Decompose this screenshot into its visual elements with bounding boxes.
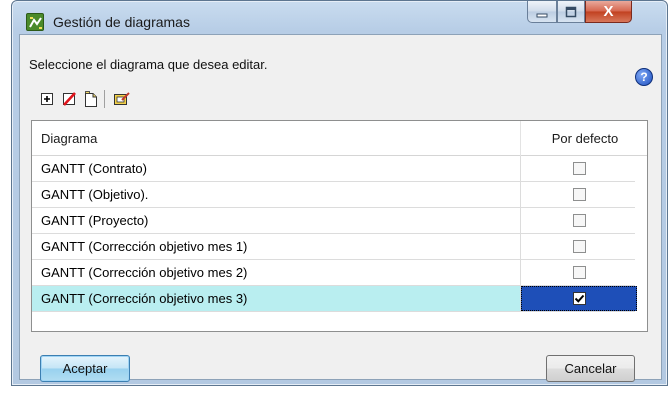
diagram-name-cell[interactable]: GANTT (Contrato) <box>32 156 521 181</box>
diagram-name-cell[interactable]: GANTT (Objetivo). <box>32 182 521 207</box>
window-title: Gestión de diagramas <box>53 14 190 30</box>
default-cell[interactable] <box>521 156 637 181</box>
accept-button[interactable]: Aceptar <box>40 355 130 382</box>
toolbar-separator <box>104 90 105 108</box>
table-header: Diagrama Por defecto <box>32 121 647 156</box>
copy-diagram-icon[interactable] <box>80 89 102 109</box>
maximize-icon <box>565 6 577 17</box>
diagram-name-cell[interactable]: GANTT (Corrección objetivo mes 3) <box>32 286 521 311</box>
diagram-name-cell[interactable]: GANTT (Corrección objetivo mes 1) <box>32 234 521 259</box>
table-row[interactable]: GANTT (Corrección objetivo mes 2) <box>32 260 635 286</box>
add-diagram-icon[interactable] <box>36 89 58 109</box>
instruction-text: Seleccione el diagrama que desea editar. <box>29 57 268 72</box>
table-row[interactable]: GANTT (Corrección objetivo mes 1) <box>32 234 635 260</box>
default-checkbox[interactable] <box>572 214 586 227</box>
column-header-default[interactable]: Por defecto <box>521 121 649 156</box>
minimize-icon <box>536 13 548 17</box>
diagram-name-cell[interactable]: GANTT (Proyecto) <box>32 208 521 233</box>
maximize-button[interactable] <box>557 1 585 23</box>
check-icon <box>574 294 584 303</box>
delete-diagram-icon[interactable] <box>58 89 80 109</box>
default-cell[interactable] <box>521 234 637 259</box>
dialog-content: Seleccione el diagrama que desea editar.… <box>19 34 662 382</box>
default-cell[interactable] <box>521 182 637 207</box>
close-button[interactable]: X <box>585 1 632 23</box>
dialog-window: Gestión de diagramas X Seleccione el dia… <box>11 0 668 386</box>
default-checkbox-checked[interactable] <box>572 292 586 305</box>
default-cell[interactable] <box>521 286 637 311</box>
toolbar <box>36 89 133 109</box>
edit-diagram-icon[interactable] <box>111 89 133 109</box>
table-row[interactable]: GANTT (Contrato) <box>32 156 635 182</box>
title-bar[interactable]: Gestión de diagramas X <box>12 1 667 33</box>
diagram-name-cell[interactable]: GANTT (Corrección objetivo mes 2) <box>32 260 521 285</box>
default-checkbox[interactable] <box>572 266 586 279</box>
help-glyph: ? <box>640 70 648 84</box>
default-checkbox[interactable] <box>572 188 586 201</box>
app-icon <box>26 13 44 31</box>
diagram-table: Diagrama Por defecto GANTT (Contrato) GA… <box>31 120 648 332</box>
column-header-diagram[interactable]: Diagrama <box>32 121 521 156</box>
default-checkbox[interactable] <box>572 240 586 253</box>
table-row-selected[interactable]: GANTT (Corrección objetivo mes 3) <box>32 286 637 312</box>
help-icon[interactable]: ? <box>635 68 653 86</box>
default-checkbox[interactable] <box>572 162 586 175</box>
default-cell[interactable] <box>521 208 637 233</box>
minimize-button[interactable] <box>527 1 557 23</box>
cancel-button[interactable]: Cancelar <box>546 355 635 382</box>
table-row[interactable]: GANTT (Proyecto) <box>32 208 635 234</box>
table-row[interactable]: GANTT (Objetivo). <box>32 182 635 208</box>
close-icon: X <box>603 3 614 20</box>
default-cell[interactable] <box>521 260 637 285</box>
